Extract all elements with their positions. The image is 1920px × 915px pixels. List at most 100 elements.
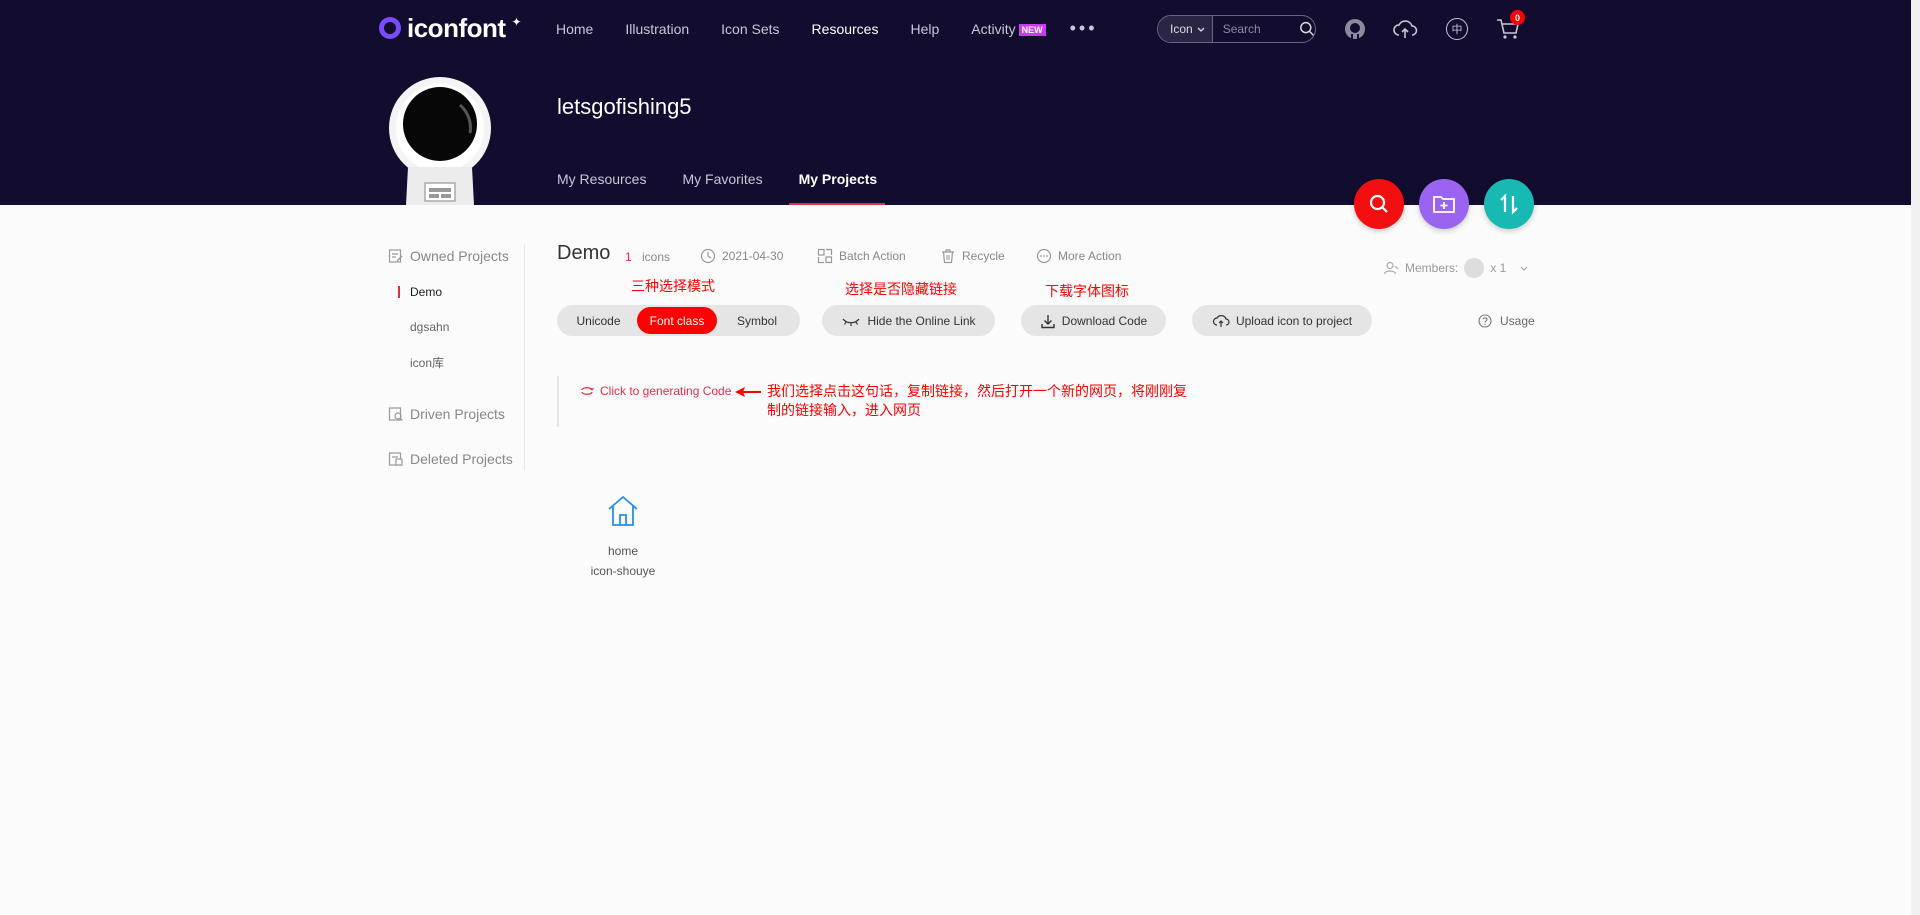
batch-action-label: Batch Action [839, 249, 906, 263]
iconfont-logo[interactable]: iconfont ✦ [379, 12, 522, 43]
profile-tabs: My Resources My Favorites My Projects [557, 171, 913, 205]
language-label: 中 [1446, 18, 1468, 40]
search-icon [1369, 194, 1388, 213]
tab-my-resources[interactable]: My Resources [557, 171, 646, 205]
clock-icon [700, 248, 716, 264]
more-dots-icon [1036, 248, 1052, 264]
annotation-arrow-icon [735, 387, 761, 397]
refresh-icon [581, 387, 594, 395]
download-code-label: Download Code [1061, 313, 1148, 328]
mode-font-class-button[interactable]: Font class [637, 307, 717, 334]
code-box-border [557, 376, 559, 427]
members-control[interactable]: Members: x 1 [1383, 258, 1530, 278]
generate-code-link[interactable]: Click to generating Code [580, 384, 731, 398]
annotation-download: 下载字体图标 [1045, 283, 1129, 299]
members-label: Members: [1405, 261, 1459, 275]
members-count: x 1 [1490, 261, 1507, 275]
project-icons-label: icons [642, 250, 671, 264]
add-project-fab-button[interactable] [1419, 179, 1469, 229]
owned-projects-label: Owned Projects [410, 248, 509, 264]
icon-card[interactable]: home icon-shouye [580, 490, 666, 578]
icon-class-name: icon-shouye [590, 564, 656, 578]
project-date-label: 2021-04-30 [722, 249, 784, 263]
cart-count-badge: 0 [1510, 10, 1525, 25]
project-sidebar: Owned Projects Demo dgsahn icon库 Driven … [388, 246, 525, 469]
sidebar-item-dgsahn[interactable]: dgsahn [388, 317, 525, 337]
hide-online-link-button[interactable]: Hide the Online Link [822, 305, 995, 336]
trash-icon [942, 249, 954, 264]
search-type-label: Icon [1170, 22, 1193, 36]
deleted-projects-label: Deleted Projects [410, 451, 513, 467]
batch-action-button[interactable]: Batch Action [817, 248, 906, 264]
mode-symbol-button[interactable]: Symbol [717, 307, 797, 334]
page-scrollbar[interactable] [1911, 0, 1920, 915]
batch-action-icon [817, 248, 833, 264]
display-mode-toggle: Unicode Font class Symbol [557, 305, 800, 336]
nav-activity-label: Activity [971, 20, 1016, 37]
nav-illustration[interactable]: Illustration [625, 21, 689, 37]
mode-unicode-button[interactable]: Unicode [560, 307, 637, 334]
sidebar-item-icon-lib[interactable]: icon库 [388, 352, 525, 372]
project-title: Demo [557, 242, 611, 264]
annotation-modes: 三种选择模式 [631, 278, 715, 294]
eye-closed-icon [842, 318, 860, 326]
nav-resources[interactable]: Resources [812, 21, 879, 37]
sidebar-item-demo[interactable]: Demo [388, 282, 525, 302]
search-bar: Icon [1157, 15, 1316, 43]
member-avatar [1464, 258, 1485, 278]
more-menu-icon[interactable]: ••• [1070, 18, 1098, 39]
driven-projects-label: Driven Projects [410, 406, 505, 422]
search-icon[interactable] [1299, 20, 1315, 38]
upload-cloud-icon [1212, 314, 1230, 327]
driven-projects-icon [388, 407, 403, 421]
upload-cloud-icon[interactable] [1392, 16, 1418, 42]
github-icon[interactable] [1342, 16, 1368, 42]
recycle-label: Recycle [962, 249, 1005, 263]
icon-name: home [607, 544, 639, 558]
usage-label: Usage [1500, 314, 1535, 328]
chevron-down-icon [1520, 266, 1528, 271]
more-action-button[interactable]: More Action [1036, 248, 1121, 264]
new-badge: NEW [1018, 23, 1046, 36]
recycle-button[interactable]: Recycle [940, 248, 1005, 264]
logo-mark-icon [379, 17, 401, 39]
home-icon [608, 495, 638, 526]
search-fab-button[interactable] [1354, 179, 1404, 229]
help-circle-icon [1478, 314, 1492, 328]
main-nav: Home Illustration Icon Sets Resources He… [556, 18, 1098, 39]
driven-projects-header[interactable]: Driven Projects [388, 404, 525, 424]
annotation-explain: 我们选择点击这句话，复制链接，然后打开一个新的网页，将刚刚复制的链接输入，进入网… [767, 383, 1187, 418]
download-code-button[interactable]: Download Code [1021, 305, 1166, 336]
download-icon [1041, 314, 1055, 328]
nav-activity[interactable]: Activity NEW [971, 20, 1046, 37]
search-input[interactable] [1220, 21, 1297, 37]
owned-projects-header[interactable]: Owned Projects [388, 246, 525, 266]
generate-code-label: Click to generating Code [600, 384, 732, 398]
deleted-projects-icon [388, 452, 403, 466]
owned-projects-icon [388, 249, 403, 263]
logo-text: iconfont [407, 12, 506, 43]
logo-star-icon: ✦ [511, 15, 522, 29]
search-type-select[interactable]: Icon [1158, 16, 1213, 42]
nav-home[interactable]: Home [556, 21, 593, 37]
language-toggle-icon[interactable]: 中 [1444, 16, 1470, 42]
sidebar-divider [524, 244, 525, 470]
nav-icon-sets[interactable]: Icon Sets [721, 21, 779, 37]
project-date: 2021-04-30 [700, 248, 783, 264]
avatar [388, 75, 492, 205]
deleted-projects-header[interactable]: Deleted Projects [388, 449, 525, 469]
nav-help[interactable]: Help [910, 21, 939, 37]
usage-link[interactable]: Usage [1478, 314, 1535, 328]
project-icon-count: 1 [625, 250, 632, 264]
cart-icon[interactable]: 0 [1495, 10, 1525, 42]
more-action-label: More Action [1058, 249, 1122, 263]
hide-online-link-label: Hide the Online Link [867, 313, 976, 328]
upload-icon-label: Upload icon to project [1235, 313, 1353, 328]
username: letsgofishing5 [557, 94, 692, 119]
tab-my-projects[interactable]: My Projects [788, 171, 885, 205]
sort-fab-button[interactable] [1484, 179, 1534, 229]
folder-add-icon [1433, 196, 1455, 213]
tab-my-favorites[interactable]: My Favorites [682, 171, 762, 205]
upload-icon-button[interactable]: Upload icon to project [1192, 305, 1372, 336]
annotation-hide-link: 选择是否隐藏链接 [845, 281, 957, 297]
